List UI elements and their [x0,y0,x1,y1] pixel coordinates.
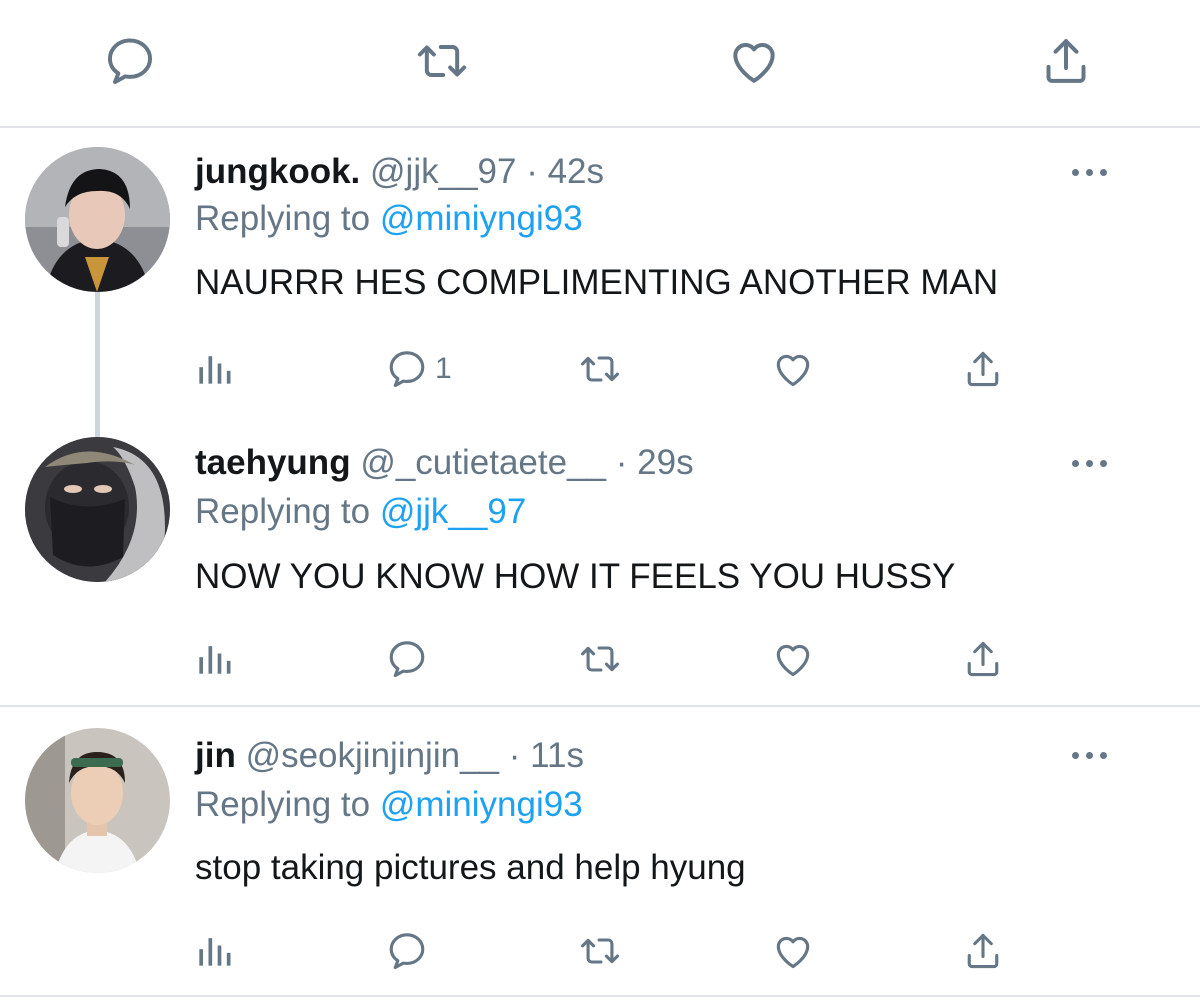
handle[interactable]: @seokjinjinjin__ [246,736,499,775]
share-icon [1038,33,1094,89]
retweet-icon [414,33,470,89]
tweet-header: taehyung @_cutietaete__ · 29s [195,443,694,483]
separator: · [526,152,538,191]
like-icon [771,347,815,391]
share-button[interactable] [1038,33,1094,89]
handle[interactable]: @_cutietaete__ [360,443,606,482]
like-icon [771,637,815,681]
more-icon [1072,752,1079,759]
avatar[interactable] [25,728,170,873]
tweet-actions [0,636,1200,682]
like-icon [771,929,815,973]
reply-icon [385,347,429,391]
share-button[interactable] [961,346,1005,392]
separator: · [615,443,628,482]
retweet-button[interactable] [578,346,622,392]
display-name[interactable]: taehyung [195,443,351,482]
share-icon [961,347,1005,391]
reply-icon [102,33,158,89]
timestamp[interactable]: 11s [530,736,584,775]
analytics-button[interactable] [192,346,236,392]
avatar[interactable] [25,147,170,292]
analytics-button[interactable] [192,636,236,682]
replying-prefix: Replying to [195,492,371,531]
reply-icon [385,929,429,973]
share-icon [961,637,1005,681]
share-button[interactable] [961,928,1005,974]
timestamp[interactable]: 42s [548,152,604,191]
replying-prefix: Replying to [195,199,371,238]
like-button[interactable] [771,928,815,974]
reply-button[interactable] [385,636,429,682]
reply-count: 1 [435,352,452,385]
mention-link[interactable]: @miniyngi93 [380,785,583,824]
retweet-button[interactable] [414,33,470,89]
handle[interactable]: @jjk__97 [370,152,516,191]
more-icon [1072,460,1079,467]
tweet-header: jin @seokjinjinjin__ · 11s [195,736,584,776]
more-options-button[interactable] [1070,456,1110,470]
avatar-photo [25,147,170,292]
replying-to: Replying to @miniyngi93 [195,785,583,825]
divider [0,705,1200,707]
display-name[interactable]: jin [195,736,236,775]
retweet-button[interactable] [578,928,622,974]
separator: · [508,736,521,775]
reply-button[interactable] [385,928,429,974]
display-name[interactable]: jungkook. [195,152,360,191]
tweet-text: stop taking pictures and help hyung [195,848,746,887]
tweet-text: NOW YOU KNOW HOW IT FEELS YOU HUSSY [195,557,956,596]
mention-link[interactable]: @miniyngi93 [380,199,583,238]
tweet-actions: 1 [0,346,1200,392]
timestamp[interactable]: 29s [637,443,693,482]
retweet-button[interactable] [578,636,622,682]
like-button[interactable] [771,636,815,682]
replying-prefix: Replying to [195,785,371,824]
parent-tweet-actions [0,0,1200,128]
retweet-icon [578,347,622,391]
analytics-icon [192,929,236,973]
analytics-button[interactable] [192,928,236,974]
mention-link[interactable]: @jjk__97 [380,492,526,531]
analytics-icon [192,637,236,681]
reply-icon [385,637,429,681]
reply-button[interactable]: 1 [385,346,452,392]
share-button[interactable] [961,636,1005,682]
more-icon [1072,169,1079,176]
share-icon [961,929,1005,973]
like-button[interactable] [771,346,815,392]
divider [0,995,1200,997]
reply-button[interactable] [102,33,158,89]
avatar[interactable] [25,437,170,582]
tweet-header: jungkook. @jjk__97 · 42s [195,152,604,192]
tweet-text: NAURRR HES COMPLIMENTING ANOTHER MAN [195,263,999,302]
like-button[interactable] [726,33,782,89]
like-icon [726,33,782,89]
analytics-icon [192,347,236,391]
avatar-photo [25,728,170,873]
more-options-button[interactable] [1070,165,1110,179]
replying-to: Replying to @miniyngi93 [195,199,583,239]
tweet-actions [0,928,1200,974]
more-options-button[interactable] [1070,748,1110,762]
replying-to: Replying to @jjk__97 [195,492,526,532]
avatar-photo [25,437,170,582]
retweet-icon [578,929,622,973]
retweet-icon [578,637,622,681]
